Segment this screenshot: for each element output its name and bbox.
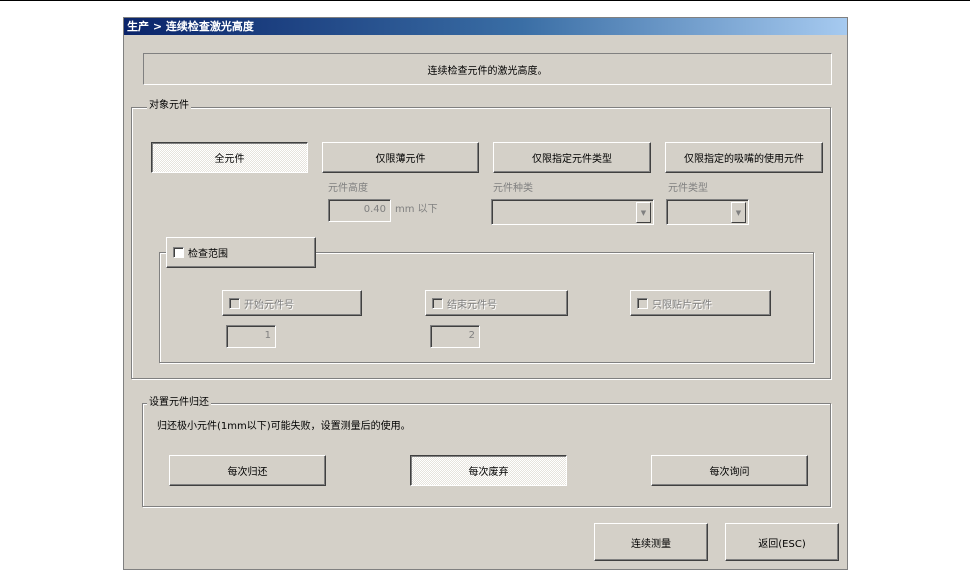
start-component-toggle[interactable]: 开始元件号 bbox=[222, 290, 362, 316]
component-kind-label: 元件种类 bbox=[493, 183, 533, 194]
end-component-checkbox[interactable] bbox=[432, 297, 443, 309]
end-component-input[interactable]: 2 bbox=[430, 325, 480, 348]
start-component-input[interactable]: 1 bbox=[226, 325, 276, 348]
ask-each-button[interactable]: 每次询问 bbox=[651, 455, 808, 486]
target-components-legend: 对象元件 bbox=[147, 100, 191, 112]
specified-type-button[interactable]: 仅限指定元件类型 bbox=[493, 142, 651, 173]
discard-each-button[interactable]: 每次废弃 bbox=[410, 455, 567, 486]
component-type-select[interactable]: ▼ bbox=[666, 199, 749, 225]
check-range-label: 检查范围 bbox=[188, 249, 228, 260]
component-type-label: 元件类型 bbox=[668, 183, 708, 194]
description-box: 连续检查元件的激光高度。 bbox=[143, 53, 832, 85]
chevron-down-icon[interactable]: ▼ bbox=[636, 202, 651, 223]
description-text: 连续检查元件的激光高度。 bbox=[427, 65, 548, 77]
smd-only-checkbox[interactable] bbox=[637, 297, 648, 309]
specified-nozzle-button[interactable]: 仅限指定的吸嘴的使用元件 bbox=[665, 142, 823, 173]
height-unit-label: mm 以下 bbox=[395, 204, 438, 215]
end-component-toggle[interactable]: 结束元件号 bbox=[425, 290, 568, 316]
continuous-measure-button[interactable]: 连续测量 bbox=[594, 523, 708, 561]
end-component-label: 结束元件号 bbox=[447, 299, 497, 311]
start-component-label: 开始元件号 bbox=[244, 299, 294, 311]
chevron-down-icon[interactable]: ▼ bbox=[731, 202, 746, 223]
start-component-checkbox[interactable] bbox=[229, 297, 240, 309]
return-note: 归还极小元件(1mm以下)可能失败，设置测量后的使用。 bbox=[157, 421, 411, 432]
all-components-button[interactable]: 全元件 bbox=[151, 142, 308, 173]
component-height-label: 元件高度 bbox=[328, 183, 368, 194]
smd-only-label: 只限贴片元件 bbox=[652, 299, 712, 311]
window-title: 生产 > 连续检查激光高度 bbox=[124, 18, 847, 35]
smd-only-toggle[interactable]: 只限贴片元件 bbox=[630, 290, 771, 316]
dialog-window: 生产 > 连续检查激光高度 连续检查元件的激光高度。 对象元件 全元件 仅限薄元… bbox=[123, 17, 848, 570]
return-each-button[interactable]: 每次归还 bbox=[169, 455, 326, 486]
back-button[interactable]: 返回(ESC) bbox=[725, 523, 839, 561]
check-range-checkbox[interactable] bbox=[173, 247, 184, 258]
thin-components-button[interactable]: 仅限薄元件 bbox=[322, 142, 479, 173]
top-border-line bbox=[0, 0, 970, 1]
check-range-toggle[interactable]: 检查范围 bbox=[166, 237, 316, 268]
return-settings-legend: 设置元件归还 bbox=[147, 397, 211, 409]
component-height-input[interactable]: 0.40 bbox=[328, 199, 391, 222]
component-kind-select[interactable]: ▼ bbox=[491, 199, 654, 225]
